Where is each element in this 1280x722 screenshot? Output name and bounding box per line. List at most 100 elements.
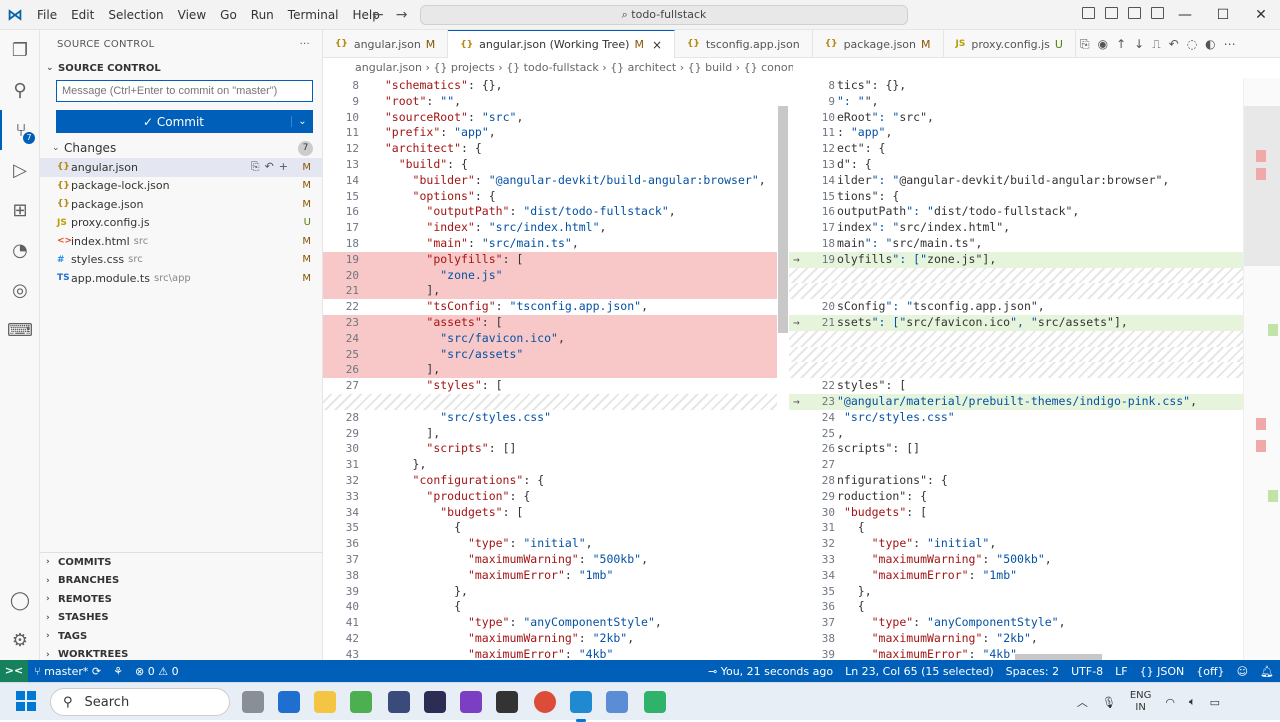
blame-indicator[interactable]: ⊸ You, 21 seconds ago [702, 665, 839, 678]
previous-change-icon[interactable]: ↑ [1116, 37, 1134, 51]
windows-start-icon[interactable] [16, 691, 36, 711]
terminal-view-icon[interactable]: ⌨ [0, 310, 40, 350]
split-icon[interactable]: ◐ [1205, 37, 1223, 51]
changed-file-item[interactable]: {} angular.json ⎘↶+ M [40, 158, 323, 177]
encoding[interactable]: UTF-8 [1065, 665, 1109, 678]
settings-gear-icon[interactable]: ⚙ [0, 620, 40, 660]
remote-desktop-icon[interactable] [606, 691, 628, 713]
taskbar-search[interactable]: ⚲ Search [50, 688, 230, 716]
open-file-icon[interactable]: ⎘ [1080, 37, 1098, 51]
maximize-icon[interactable]: ☐ [1204, 0, 1242, 30]
menu-item-terminal[interactable]: Terminal [281, 0, 346, 30]
left-scrollbar[interactable] [777, 78, 789, 660]
cursor-position[interactable]: Ln 23, Col 65 (15 selected) [839, 665, 1000, 678]
accounts-icon[interactable]: ◯ [0, 580, 40, 620]
more-icon[interactable]: ⋯ [1224, 37, 1244, 51]
sync-icon[interactable]: ⟳ [92, 665, 101, 678]
prettier-status[interactable]: {off} [1190, 665, 1230, 678]
show-hidden-icons-icon[interactable]: ︿ [1077, 694, 1088, 710]
scrollbar-thumb[interactable] [778, 106, 788, 333]
toggle-panel-icon[interactable] [1105, 7, 1118, 19]
back-arrow-icon[interactable]: ← [372, 7, 396, 23]
next-change-icon[interactable]: ↓ [1134, 37, 1152, 51]
breadcrumb-item[interactable]: {} conons [744, 61, 793, 74]
language-mode[interactable]: {} JSON [1134, 665, 1191, 678]
outlook-icon[interactable] [278, 691, 300, 713]
explorer-icon[interactable]: ❐ [0, 30, 40, 70]
changed-file-item[interactable]: TS app.module.ts src\app M [40, 269, 323, 288]
tab-0[interactable]: {} angular.json M [323, 30, 449, 58]
more-actions-icon[interactable]: ··· [300, 39, 310, 50]
diff-modified-pane[interactable]: 8 tics": {}, 9 ": "", 10 eRoot": "src", 11: "a… [789, 78, 1256, 660]
app-icon[interactable] [388, 691, 410, 713]
feedback-icon[interactable]: ☺ [1231, 665, 1254, 678]
problems-indicator[interactable]: ⊗ 0 ⚠ 0 [129, 665, 185, 678]
changed-file-item[interactable]: {} package-lock.json M [40, 177, 323, 196]
wifi-icon[interactable]: ◠ [1165, 696, 1175, 709]
line-endings[interactable]: LF [1109, 665, 1133, 678]
onenote-icon[interactable] [460, 691, 482, 713]
forward-arrow-icon[interactable]: → [396, 7, 420, 23]
menu-item-selection[interactable]: Selection [101, 0, 170, 30]
close-window-icon[interactable]: ✕ [1242, 0, 1280, 30]
run-debug-icon[interactable]: ▷ [0, 150, 40, 190]
toggle-sidebar-icon[interactable] [1082, 7, 1095, 19]
source-control-icon[interactable]: ⑂ 7 [0, 110, 40, 150]
section-branches[interactable]: › BRANCHES [40, 572, 323, 591]
microphone-icon[interactable]: 🎙︎ [1102, 696, 1116, 709]
diff-original-pane[interactable]: 8 "schematics": {}, 9 "root": "", 10 "sour… [323, 78, 789, 660]
stage-icon[interactable]: ⎍ [1152, 37, 1168, 51]
vscode-taskbar-icon[interactable] [570, 691, 592, 722]
tab-2[interactable]: {} tsconfig.app.json [675, 30, 813, 58]
breadcrumb-item[interactable]: {} build [688, 61, 733, 74]
volume-icon[interactable]: 🔈︎ [1189, 695, 1196, 709]
menu-item-run[interactable]: Run [244, 0, 281, 30]
chrome-icon[interactable] [534, 691, 556, 713]
breadcrumb-item[interactable]: angular.json [355, 61, 422, 74]
section-stashes[interactable]: › STASHES [40, 609, 323, 628]
customize-layout-icon[interactable] [1151, 7, 1164, 19]
breadcrumb-item[interactable]: {} projects [433, 61, 494, 74]
remote-explorer-icon[interactable]: ◎ [0, 270, 40, 310]
toggle-secondary-sidebar-icon[interactable] [1128, 7, 1141, 19]
task-view-icon[interactable] [242, 691, 264, 713]
search-view-icon[interactable]: ⚲ [0, 70, 40, 110]
menu-item-edit[interactable]: Edit [64, 0, 101, 30]
diff-overview-ruler[interactable] [1243, 78, 1280, 660]
extensions-icon[interactable]: ⊞ [0, 190, 40, 230]
battery-icon[interactable]: ▭ [1210, 696, 1220, 709]
stage-changes-icon[interactable]: + [279, 160, 293, 173]
minimize-icon[interactable]: — [1166, 0, 1204, 30]
commit-button[interactable]: ✓ Commit ⌄ [56, 110, 313, 133]
language-indicator[interactable]: ENG IN [1130, 690, 1152, 714]
tab-1[interactable]: {} angular.json (Working Tree) M × [448, 30, 676, 58]
tab-3[interactable]: {} package.json M [813, 30, 944, 58]
intellij-icon[interactable] [424, 691, 446, 713]
git-graph-status-icon[interactable]: ⚘ [107, 665, 129, 678]
commit-label-wrap[interactable]: ✓ Commit [56, 115, 291, 129]
section-remotes[interactable]: › REMOTES [40, 590, 323, 609]
minimap-slider[interactable] [1244, 106, 1280, 266]
changes-group-header[interactable]: ⌄ Changes 7 [40, 138, 323, 158]
notifications-bell-icon[interactable]: 🔔︎ [1254, 665, 1280, 678]
section-commits[interactable]: › COMMITS [40, 553, 323, 572]
menu-item-file[interactable]: File [30, 0, 64, 30]
close-tab-icon[interactable]: × [652, 38, 662, 52]
nav-arrows[interactable]: ←→ [372, 7, 419, 23]
breadcrumb-item[interactable]: {} todo-fullstack [506, 61, 599, 74]
changed-file-item[interactable]: {} package.json M [40, 195, 323, 214]
inline-view-icon[interactable]: ◌ [1187, 37, 1205, 51]
changed-file-item[interactable]: <> index.html src M [40, 232, 323, 251]
excel-icon[interactable] [350, 691, 372, 713]
menu-item-go[interactable]: Go [213, 0, 244, 30]
app-green-icon[interactable] [644, 691, 666, 713]
section-tags[interactable]: › TAGS [40, 627, 323, 646]
breadcrumb-item[interactable]: {} architect [610, 61, 676, 74]
commit-message-input[interactable] [56, 80, 313, 102]
indentation[interactable]: Spaces: 2 [1000, 665, 1065, 678]
file-explorer-icon[interactable] [314, 691, 336, 713]
branch-indicator[interactable]: ⑂ master* ⟳ [28, 665, 107, 678]
discard-changes-icon[interactable]: ↶ [265, 160, 279, 173]
terminal-icon[interactable] [496, 691, 518, 713]
revert-icon[interactable]: ↶ [1169, 37, 1187, 51]
